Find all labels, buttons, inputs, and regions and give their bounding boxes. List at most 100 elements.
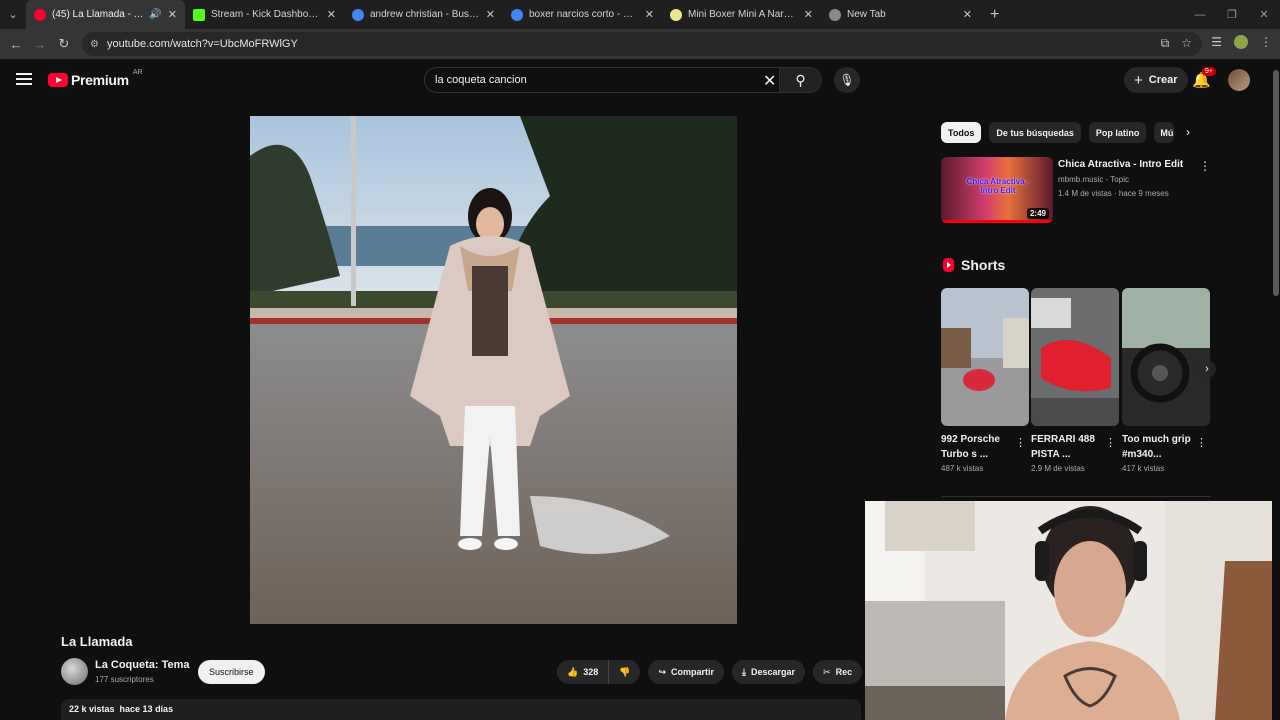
google-favicon-icon <box>511 8 523 21</box>
chip-todos[interactable]: Todos <box>941 122 982 143</box>
tab-mini-boxer[interactable]: Mini Boxer Mini A Narciso Unde ✕ <box>662 0 821 29</box>
shorts-next-chevron-icon[interactable]: › <box>1198 360 1216 378</box>
chevron-right-icon[interactable]: › <box>1186 125 1190 139</box>
minimize-icon[interactable]: — <box>1184 9 1216 21</box>
steering-wheel-thumbnail-image <box>1122 288 1210 426</box>
close-tab-icon[interactable]: ✕ <box>645 8 654 21</box>
close-tab-icon[interactable]: ✕ <box>804 8 813 21</box>
tab-title: boxer narcios corto - Buscar co <box>529 9 639 20</box>
share-button[interactable]: ↪ Compartir <box>648 660 725 684</box>
profile-extension-icon[interactable] <box>1234 35 1248 49</box>
close-tab-icon[interactable]: ✕ <box>168 8 177 21</box>
clip-button[interactable]: ✂ Rec <box>813 660 863 684</box>
video-thumbnail[interactable]: Chica Atractiva - Intro Edit 2:49 <box>941 157 1053 223</box>
short-thumbnail[interactable] <box>1031 288 1119 426</box>
download-label: Descargar <box>751 667 796 677</box>
like-button[interactable]: 👍 328 <box>557 660 610 684</box>
thumbnail-text: Chica Atractiva - Intro Edit <box>966 177 1030 195</box>
subscribe-button[interactable]: Suscribirse <box>198 660 265 684</box>
menu-hamburger-icon[interactable] <box>16 73 32 85</box>
chip-pop-latino[interactable]: Pop latino <box>1088 122 1147 143</box>
tab-youtube[interactable]: (45) La Llamada - YouTube 🔊 ✕ <box>26 0 185 29</box>
divider <box>941 496 1211 497</box>
short-item[interactable]: 992 Porsche Turbo s ... 487 k vistas ⋮ <box>941 288 1029 473</box>
video-title: La Llamada <box>61 634 133 649</box>
create-button[interactable]: + Crear <box>1124 67 1188 93</box>
video-frame-image <box>250 116 737 624</box>
brand-text: Premium <box>71 72 129 88</box>
short-thumbnail[interactable] <box>941 288 1029 426</box>
more-options-icon[interactable]: ⋮ <box>1105 436 1116 449</box>
speaker-icon[interactable]: 🔊 <box>149 9 161 20</box>
share-arrow-icon: ↪ <box>658 666 667 677</box>
tab-google-search-1[interactable]: andrew christian - Buscar con G ✕ <box>344 0 503 29</box>
chip-musica[interactable]: Mús <box>1154 122 1175 143</box>
like-count: 328 <box>583 667 599 677</box>
short-views: 487 k vistas <box>941 464 984 473</box>
shorts-title: Shorts <box>961 257 1006 273</box>
short-thumbnail[interactable] <box>1122 288 1210 426</box>
new-tab-plus-icon[interactable]: + <box>990 6 999 24</box>
close-tab-icon[interactable]: ✕ <box>486 8 495 21</box>
address-bar: ← → ↻ ⚙ youtube.com/watch?v=UbcMoFRWlGY … <box>0 29 1280 59</box>
window-close-icon[interactable]: ✕ <box>1248 8 1280 21</box>
youtube-play-icon <box>48 73 68 87</box>
region-code: AR <box>132 68 143 76</box>
create-label: Crear <box>1148 74 1178 86</box>
recommended-channel[interactable]: mbmb.music - Topic <box>1058 175 1129 184</box>
watch-progress-bar <box>941 220 1053 223</box>
short-views: 2.9 M de vistas <box>1031 464 1085 473</box>
description-box[interactable]: 22 k vistas hace 13 días <box>61 699 861 720</box>
view-count-and-date: 22 k vistas hace 13 días <box>69 704 174 714</box>
tab-new-tab[interactable]: New Tab ✕ <box>821 0 980 29</box>
share-label: Compartir <box>671 667 715 677</box>
like-dislike-group: 👍 328 👎 <box>557 660 641 684</box>
more-options-icon[interactable]: ⋮ <box>1196 436 1207 449</box>
recommended-meta: 1.4 M de vistas · hace 9 meses <box>1058 189 1169 198</box>
url-field[interactable]: ⚙ youtube.com/watch?v=UbcMoFRWlGY ⧉ ☆ <box>82 32 1202 56</box>
download-button[interactable]: ⤓ Descargar <box>732 660 806 684</box>
short-item[interactable]: FERRARI 488 PISTA ... 2.9 M de vistas ⋮ <box>1031 288 1119 473</box>
recommended-video[interactable]: Chica Atractiva - Intro Edit 2:49 Chica … <box>941 157 1211 223</box>
dislike-button[interactable]: 👎 <box>609 660 641 684</box>
channel-avatar[interactable] <box>61 658 88 685</box>
tab-title: New Tab <box>847 9 886 20</box>
clear-search-icon[interactable]: ✕ <box>763 71 776 91</box>
more-options-icon[interactable]: ⋮ <box>1015 436 1026 449</box>
tab-kick[interactable]: Stream - Kick Dashboard ✕ <box>185 0 344 29</box>
chip-de-tus-busquedas[interactable]: De tus búsquedas <box>989 122 1081 143</box>
search-input[interactable] <box>425 74 755 86</box>
globe-favicon-icon <box>829 8 841 21</box>
site-info-icon[interactable]: ⚙ <box>90 39 99 50</box>
channel-name[interactable]: La Coqueta: Tema <box>95 659 190 671</box>
recommended-title[interactable]: Chica Atractiva - Intro Edit <box>1058 159 1183 170</box>
extensions-icon[interactable]: ☰ <box>1211 35 1222 49</box>
account-avatar[interactable] <box>1228 69 1250 91</box>
tab-search-icon[interactable]: ⌄ <box>0 0 26 29</box>
restore-icon[interactable]: ❐ <box>1216 8 1248 21</box>
video-actions: 👍 328 👎 ↪ Compartir ⤓ Descargar ✂ Rec <box>557 660 863 684</box>
short-title: FERRARI 488 PISTA ... <box>1031 434 1095 460</box>
back-arrow-icon[interactable]: ← <box>4 37 28 52</box>
close-tab-icon[interactable]: ✕ <box>327 8 336 21</box>
forward-arrow-icon[interactable]: → <box>28 37 52 52</box>
tab-title: (45) La Llamada - YouTube <box>52 9 145 20</box>
browser-menu-icon[interactable]: ⋮ <box>1260 35 1272 49</box>
voice-search-mic-icon[interactable]: 🎙 <box>834 67 860 93</box>
youtube-premium-logo[interactable]: Premium AR <box>48 68 143 88</box>
tab-title: andrew christian - Buscar con G <box>370 9 480 20</box>
scrollbar-thumb[interactable] <box>1273 70 1279 296</box>
more-options-icon[interactable]: ⋮ <box>1199 159 1211 173</box>
install-app-icon[interactable]: ⧉ <box>1161 36 1170 51</box>
subscriber-count: 177 suscriptores <box>95 675 154 684</box>
short-views: 417 k vistas <box>1122 464 1165 473</box>
scissors-icon: ✂ <box>823 666 831 677</box>
video-player[interactable] <box>250 116 737 624</box>
tab-google-search-2[interactable]: boxer narcios corto - Buscar co ✕ <box>503 0 662 29</box>
short-title: Too much grip #m340... <box>1122 434 1191 460</box>
search-button[interactable]: ⚲ <box>779 68 821 92</box>
close-tab-icon[interactable]: ✕ <box>963 8 972 21</box>
reload-icon[interactable]: ↻ <box>52 36 76 52</box>
bookmark-star-icon[interactable]: ☆ <box>1181 36 1192 51</box>
short-item[interactable]: Too much grip #m340... 417 k vistas ⋮ <box>1122 288 1210 473</box>
